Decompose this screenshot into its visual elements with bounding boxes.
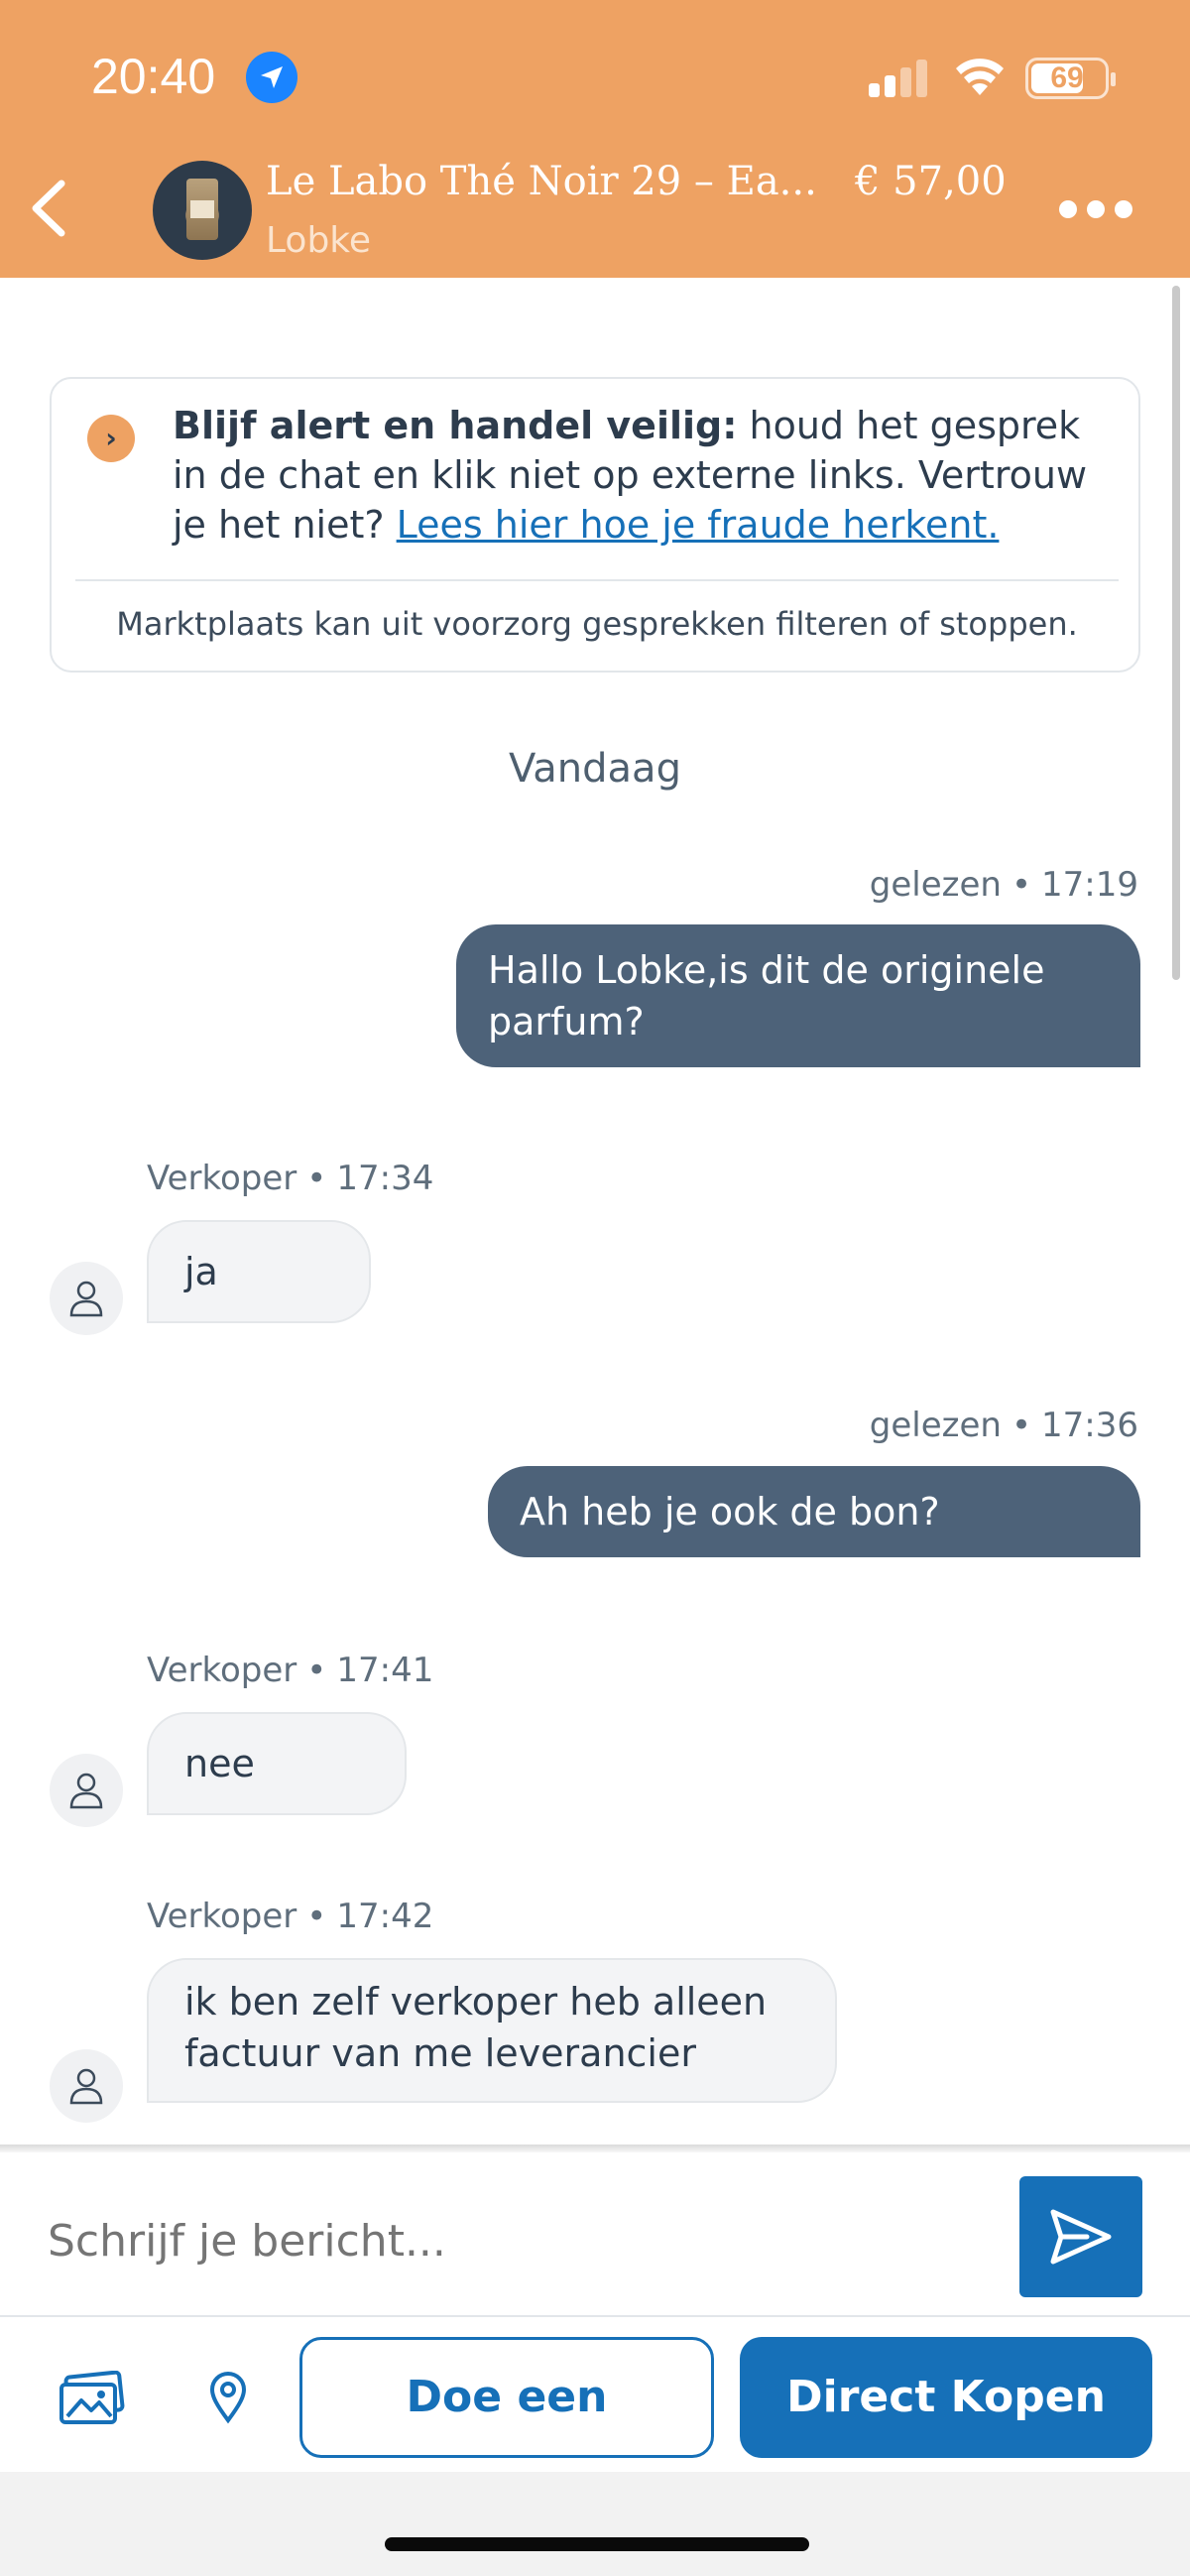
send-button[interactable] <box>1019 2176 1142 2297</box>
more-dots-icon[interactable] <box>1055 198 1134 222</box>
alert-bold: Blijf alert en handel veilig: <box>173 404 738 447</box>
message-line: Hallo Lobke,is dit de originele <box>488 948 1045 992</box>
send-icon <box>1050 2209 1112 2265</box>
alert-chevron-icon: › <box>87 415 135 462</box>
make-offer-button[interactable]: Doe een voorstel <box>299 2337 714 2537</box>
photos-icon[interactable] <box>58 2371 127 2426</box>
message-input[interactable] <box>48 2216 940 2267</box>
message-meta: Verkoper • 17:42 <box>147 1897 434 1936</box>
sender-name: Verkoper <box>147 1651 298 1690</box>
listing-title[interactable]: Le Labo Thé Noir 29 – Ea... <box>266 159 817 204</box>
message-time: 17:42 <box>336 1897 434 1936</box>
user-icon <box>50 1262 123 1335</box>
listing-price: € 57,00 <box>855 159 1007 204</box>
user-icon <box>50 2049 123 2123</box>
user-icon <box>50 1754 123 1827</box>
incoming-message: ik ben zelf verkoper heb alleen factuur … <box>147 1958 837 2103</box>
incoming-message: nee <box>147 1712 407 1815</box>
message-line: factuur van me leverancier <box>184 2031 696 2075</box>
message-time: 17:41 <box>336 1651 434 1690</box>
sender-name: Verkoper <box>147 1897 298 1936</box>
message-meta: Verkoper • 17:34 <box>147 1159 434 1198</box>
fraud-info-link[interactable]: Lees hier hoe je fraude herkent. <box>397 503 1000 547</box>
buy-now-button[interactable]: Direct Kopen <box>740 2337 1152 2458</box>
signal-icon <box>869 58 928 97</box>
sender-name: Verkoper <box>147 1159 298 1198</box>
message-meta: Verkoper • 17:41 <box>147 1651 434 1690</box>
read-status: gelezen <box>869 865 1002 905</box>
message-time: 17:36 <box>1041 1406 1138 1445</box>
battery-icon: 69 <box>1025 58 1116 99</box>
message-meta: gelezen • 17:36 <box>869 1406 1138 1445</box>
scrollbar[interactable] <box>1172 286 1180 980</box>
location-pin-icon[interactable] <box>208 2371 248 2424</box>
incoming-message: ja <box>147 1220 371 1323</box>
safety-alert: › Blijf alert en handel veilig: houd het… <box>50 377 1140 673</box>
message-composer <box>0 2152 1190 2317</box>
wifi-icon <box>956 59 1004 95</box>
alert-text: Blijf alert en handel veilig: houd het g… <box>173 401 1125 550</box>
alert-note: Marktplaats kan uit voorzorg gesprekken … <box>116 605 1078 643</box>
date-separator: Vandaag <box>509 746 681 792</box>
app-header: 20:40 69 Le Labo Thé Noir 29 – Ea... € 5… <box>0 0 1190 278</box>
divider <box>75 579 1119 581</box>
location-arrow-icon <box>246 52 298 103</box>
message-line: nee <box>184 1742 255 1785</box>
outgoing-message: Hallo Lobke,is dit de originele parfum? <box>456 924 1140 1067</box>
message-line: Ah heb je ook de bon? <box>520 1490 940 1533</box>
home-area <box>0 2472 1190 2576</box>
battery-level: 69 <box>1050 61 1084 94</box>
message-time: 17:34 <box>336 1159 434 1198</box>
home-indicator[interactable] <box>385 2537 809 2551</box>
message-line: ja <box>184 1250 218 1293</box>
read-status: gelezen <box>869 1406 1002 1445</box>
outgoing-message: Ah heb je ook de bon? <box>488 1466 1140 1557</box>
message-time: 17:19 <box>1041 865 1138 905</box>
message-meta: gelezen • 17:19 <box>869 865 1138 905</box>
status-time: 20:40 <box>91 49 216 104</box>
message-line: parfum? <box>488 1000 645 1043</box>
action-bar: Doe een voorstel Direct Kopen <box>0 2317 1190 2537</box>
listing-thumbnail[interactable] <box>153 161 252 260</box>
back-chevron-icon[interactable] <box>24 174 73 243</box>
seller-name: Lobke <box>266 220 372 261</box>
message-line: ik ben zelf verkoper heb alleen <box>184 1980 768 2024</box>
